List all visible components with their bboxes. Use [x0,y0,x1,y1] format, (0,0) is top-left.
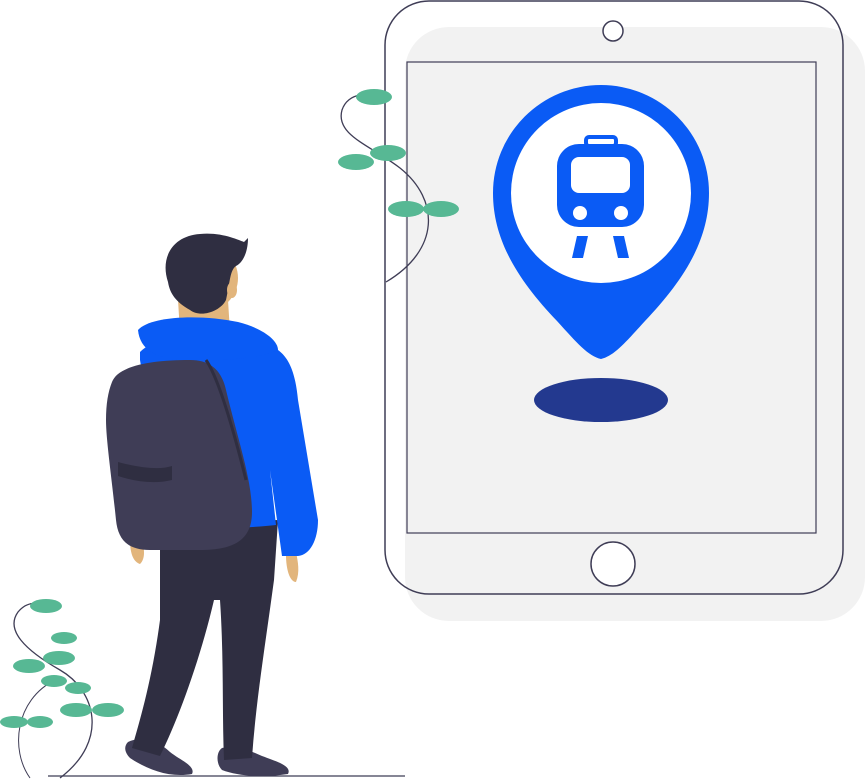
leaf [370,145,406,161]
leaf [41,675,67,687]
tablet-camera [602,20,624,42]
leaf [356,89,392,105]
leaf [13,659,45,673]
leaf [51,632,77,644]
leaf [60,703,92,717]
illustration [0,0,865,779]
leaf [92,703,124,717]
person [106,233,318,777]
leaf [27,716,53,728]
pin-shadow [534,378,668,422]
pants [132,520,278,760]
vine-lower [0,599,124,779]
right-hand [286,552,299,582]
hood [138,317,278,361]
leaf [338,154,374,170]
leaf [43,651,75,665]
leaf [65,682,91,694]
leaf [30,599,62,613]
ear [227,282,237,298]
leaf [423,201,459,217]
leaf [0,716,28,728]
leaf [388,201,424,217]
home-button [590,541,636,587]
